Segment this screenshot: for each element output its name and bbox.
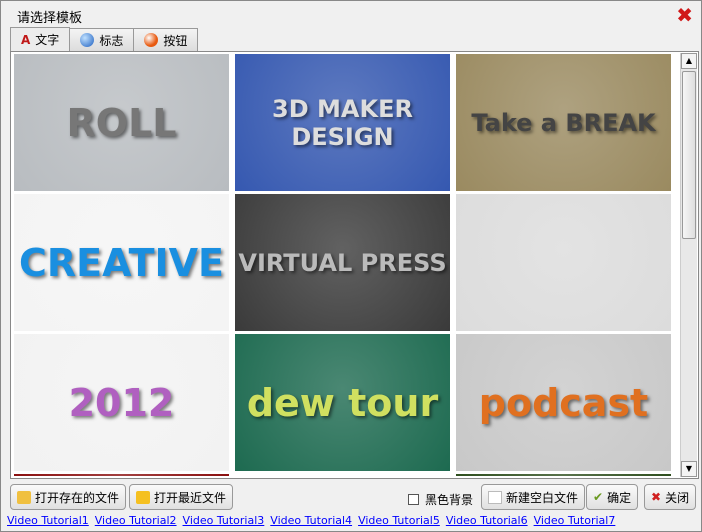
video-tutorial-link[interactable]: Video Tutorial1: [7, 514, 89, 527]
scrollbar-thumb[interactable]: [682, 71, 696, 239]
video-tutorial-link[interactable]: Video Tutorial4: [270, 514, 352, 527]
template-thumbnail[interactable]: [456, 194, 671, 331]
open-recent-file-button[interactable]: 打开最近文件: [129, 484, 234, 510]
button-label: 打开存在的文件: [35, 490, 120, 505]
template-thumbnail[interactable]: podcast: [456, 334, 671, 471]
thumbnail-logo-text: 3D MAKER DESIGN: [272, 94, 413, 151]
red-x-icon: ✖: [651, 490, 662, 504]
orange-ball-icon: [144, 33, 159, 47]
template-thumbnail[interactable]: 2012: [14, 334, 229, 471]
scroll-down-arrow-icon[interactable]: ▼: [681, 461, 697, 477]
thumbnail-logo-text: dew tour: [246, 380, 439, 425]
button-label: 确定: [607, 490, 632, 505]
video-tutorial-link[interactable]: Video Tutorial3: [183, 514, 265, 527]
tab-text[interactable]: A 文字: [10, 27, 71, 51]
tutorial-links: Video Tutorial1 Video Tutorial2 Video Tu…: [7, 514, 615, 527]
thumbnail-logo-text: Take a BREAK: [471, 108, 656, 137]
close-icon[interactable]: ✖: [676, 3, 693, 27]
video-tutorial-link[interactable]: Video Tutorial2: [95, 514, 177, 527]
button-label: 打开最近文件: [154, 490, 227, 505]
open-existing-file-button[interactable]: 打开存在的文件: [10, 484, 127, 510]
video-tutorial-link[interactable]: Video Tutorial6: [446, 514, 528, 527]
tab-logo[interactable]: 标志: [69, 28, 135, 51]
template-thumbnail[interactable]: [456, 474, 671, 476]
checkmark-icon: ✔: [593, 490, 604, 504]
checkbox-label: 黑色背景: [425, 493, 474, 507]
ok-button[interactable]: ✔ 确定: [586, 484, 639, 510]
template-thumbnail[interactable]: [235, 474, 450, 476]
scroll-up-arrow-icon[interactable]: ▲: [681, 53, 697, 69]
tab-button[interactable]: 按钮: [133, 28, 199, 51]
globe-icon: [80, 33, 95, 47]
folder-icon: [17, 490, 31, 504]
thumbnail-logo-text: ROLL: [66, 100, 177, 145]
video-tutorial-link[interactable]: Video Tutorial5: [358, 514, 440, 527]
video-tutorial-link[interactable]: Video Tutorial7: [534, 514, 616, 527]
tab-bar: A 文字 标志 按钮: [10, 27, 199, 51]
dialog-window: 请选择模板 ✖ A 文字 标志 按钮 ROLL 3D MAKER DESIGN Tak…: [0, 0, 702, 532]
tab-label: 标志: [99, 33, 124, 48]
thumbnail-logo-text: CREATIVE: [19, 240, 224, 285]
template-panel: ROLL 3D MAKER DESIGN Take a BREAK CREATIVE V…: [10, 51, 699, 479]
new-blank-file-button[interactable]: 新建空白文件: [481, 484, 586, 510]
text-a-icon: A: [21, 32, 31, 47]
template-thumbnail[interactable]: [14, 474, 229, 476]
folder-lock-icon: [136, 490, 150, 504]
black-background-checkbox[interactable]: 黑色背景: [408, 491, 473, 508]
button-label: 关闭: [665, 490, 690, 505]
tab-label: 文字: [35, 33, 60, 47]
close-button[interactable]: ✖ 关闭: [644, 484, 697, 510]
template-thumbnail[interactable]: Take a BREAK: [456, 54, 671, 191]
template-thumbnail[interactable]: dew tour: [235, 334, 450, 471]
template-thumbnail[interactable]: CREATIVE: [14, 194, 229, 331]
template-thumbnail[interactable]: VIRTUAL PRESS: [235, 194, 450, 331]
checkbox-box[interactable]: [408, 494, 419, 505]
vertical-scrollbar[interactable]: ▲ ▼: [680, 53, 697, 477]
tab-label: 按钮: [163, 33, 188, 48]
template-thumbnail[interactable]: ROLL: [14, 54, 229, 191]
template-grid: ROLL 3D MAKER DESIGN Take a BREAK CREATIVE V…: [14, 54, 676, 476]
new-file-icon: [488, 490, 502, 504]
button-label: 新建空白文件: [506, 490, 579, 505]
window-title: 请选择模板: [17, 11, 83, 26]
thumbnail-logo-text: VIRTUAL PRESS: [238, 248, 447, 277]
template-thumbnail[interactable]: 3D MAKER DESIGN: [235, 54, 450, 191]
thumbnail-logo-text: podcast: [478, 380, 649, 425]
thumbnail-logo-text: 2012: [68, 380, 175, 425]
